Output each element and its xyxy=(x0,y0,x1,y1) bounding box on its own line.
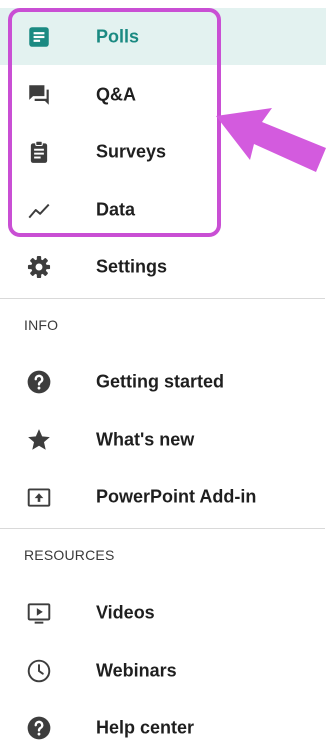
nav-item-label: Surveys xyxy=(96,141,167,161)
nav-item-label: Q&A xyxy=(96,84,136,104)
clock-icon xyxy=(24,656,54,686)
nav-item-label: Videos xyxy=(96,602,155,622)
nav-item-label: Polls xyxy=(96,26,140,46)
nav-item-label: What's new xyxy=(96,429,195,449)
nav-item-settings[interactable]: Settings xyxy=(0,238,326,295)
help-circle-icon xyxy=(24,367,54,397)
nav-item-getting-started[interactable]: Getting started xyxy=(0,353,326,410)
nav-item-data[interactable]: Data xyxy=(0,181,326,238)
nav-item-label: PowerPoint Add-in xyxy=(96,486,257,506)
nav-item-videos[interactable]: Videos xyxy=(0,584,326,641)
section-divider xyxy=(0,298,325,299)
section-divider xyxy=(0,528,325,529)
nav-item-polls[interactable]: Polls xyxy=(0,8,326,65)
nav-item-powerpoint-addin[interactable]: PowerPoint Add-in xyxy=(0,468,326,525)
star-icon xyxy=(24,425,54,455)
nav-item-webinars[interactable]: Webinars xyxy=(0,642,326,699)
nav-item-whats-new[interactable]: What's new xyxy=(0,411,326,468)
nav-item-label: Data xyxy=(96,199,136,219)
nav-item-label: Webinars xyxy=(96,660,177,680)
chat-icon xyxy=(24,80,54,110)
sidebar-nav: Polls Q&A Surveys Data Settings INFO Get… xyxy=(0,0,327,742)
video-play-icon xyxy=(24,598,54,628)
nav-item-label: Help center xyxy=(96,717,195,737)
nav-item-label: Settings xyxy=(96,256,168,276)
help-circle-icon xyxy=(24,713,54,743)
clipboard-icon xyxy=(24,137,54,167)
gear-icon xyxy=(24,252,54,282)
nav-item-help-center[interactable]: Help center xyxy=(0,699,326,756)
trend-line-icon xyxy=(24,195,54,225)
annotation-arrow-icon xyxy=(216,108,326,172)
polls-icon xyxy=(24,22,54,52)
nav-item-label: Getting started xyxy=(96,371,225,391)
section-heading-resources: RESOURCES xyxy=(24,547,115,563)
section-heading-info: INFO xyxy=(24,317,59,333)
upload-box-icon xyxy=(24,482,54,512)
